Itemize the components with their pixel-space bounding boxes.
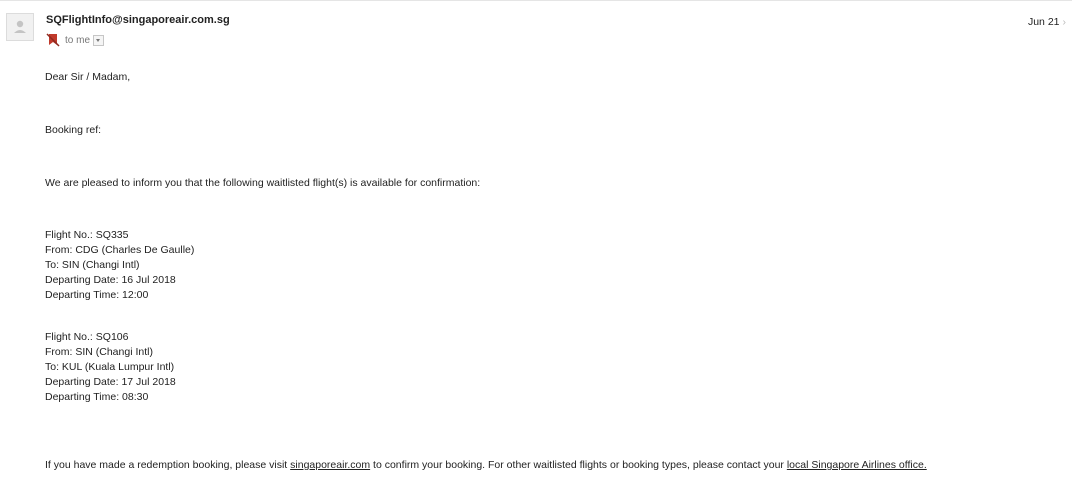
person-avatar-icon [14,20,26,33]
important-marker-icon[interactable] [46,33,60,47]
email-view: SQFlightInfo@singaporeair.com.sg Jun 21 ›… [0,0,1072,495]
flight-details-1: Flight No.: SQ335 From: CDG (Charles De … [45,228,194,303]
flight-time: Departing Time: 12:00 [45,289,149,301]
booking-ref: Booking ref: [45,124,102,136]
flight-date: Departing Date: 16 Jul 2018 [45,274,176,286]
flight-number: Flight No.: SQ106 [45,331,129,343]
greeting: Dear Sir / Madam, [45,71,131,83]
flight-time: Departing Time: 08:30 [45,391,149,403]
divider [0,0,1072,1]
date-caret: › [1062,16,1067,28]
footer-text: If you have made a redemption booking, p… [45,458,927,473]
intro-text: We are pleased to inform you that the fo… [45,177,481,189]
footer-part-2: to confirm your booking. For other waitl… [370,459,787,471]
flight-details-2: Flight No.: SQ106 From: SIN (Changi Intl… [45,330,176,405]
local-office-link[interactable]: local Singapore Airlines office. [787,459,927,471]
flight-destination: To: SIN (Changi Intl) [45,259,140,271]
flight-date: Departing Date: 17 Jul 2018 [45,376,176,388]
chevron-down-icon[interactable] [93,34,105,46]
flight-origin: From: SIN (Changi Intl) [45,346,153,358]
sender-avatar[interactable] [6,13,34,41]
email-date: Jun 21 › [1028,16,1066,28]
footer-part-1: If you have made a redemption booking, p… [45,459,291,471]
recipient-row: to me [46,32,105,48]
flight-origin: From: CDG (Charles De Gaulle) [45,244,195,256]
singaporeair-link[interactable]: singaporeair.com [290,459,370,471]
sender-address[interactable]: SQFlightInfo@singaporeair.com.sg [46,14,230,26]
date-label: Jun 21 [1027,16,1060,28]
flight-destination: To: KUL (Kuala Lumpur Intl) [45,361,175,373]
recipient-label: to me [65,34,91,46]
flight-number: Flight No.: SQ335 [45,229,129,241]
